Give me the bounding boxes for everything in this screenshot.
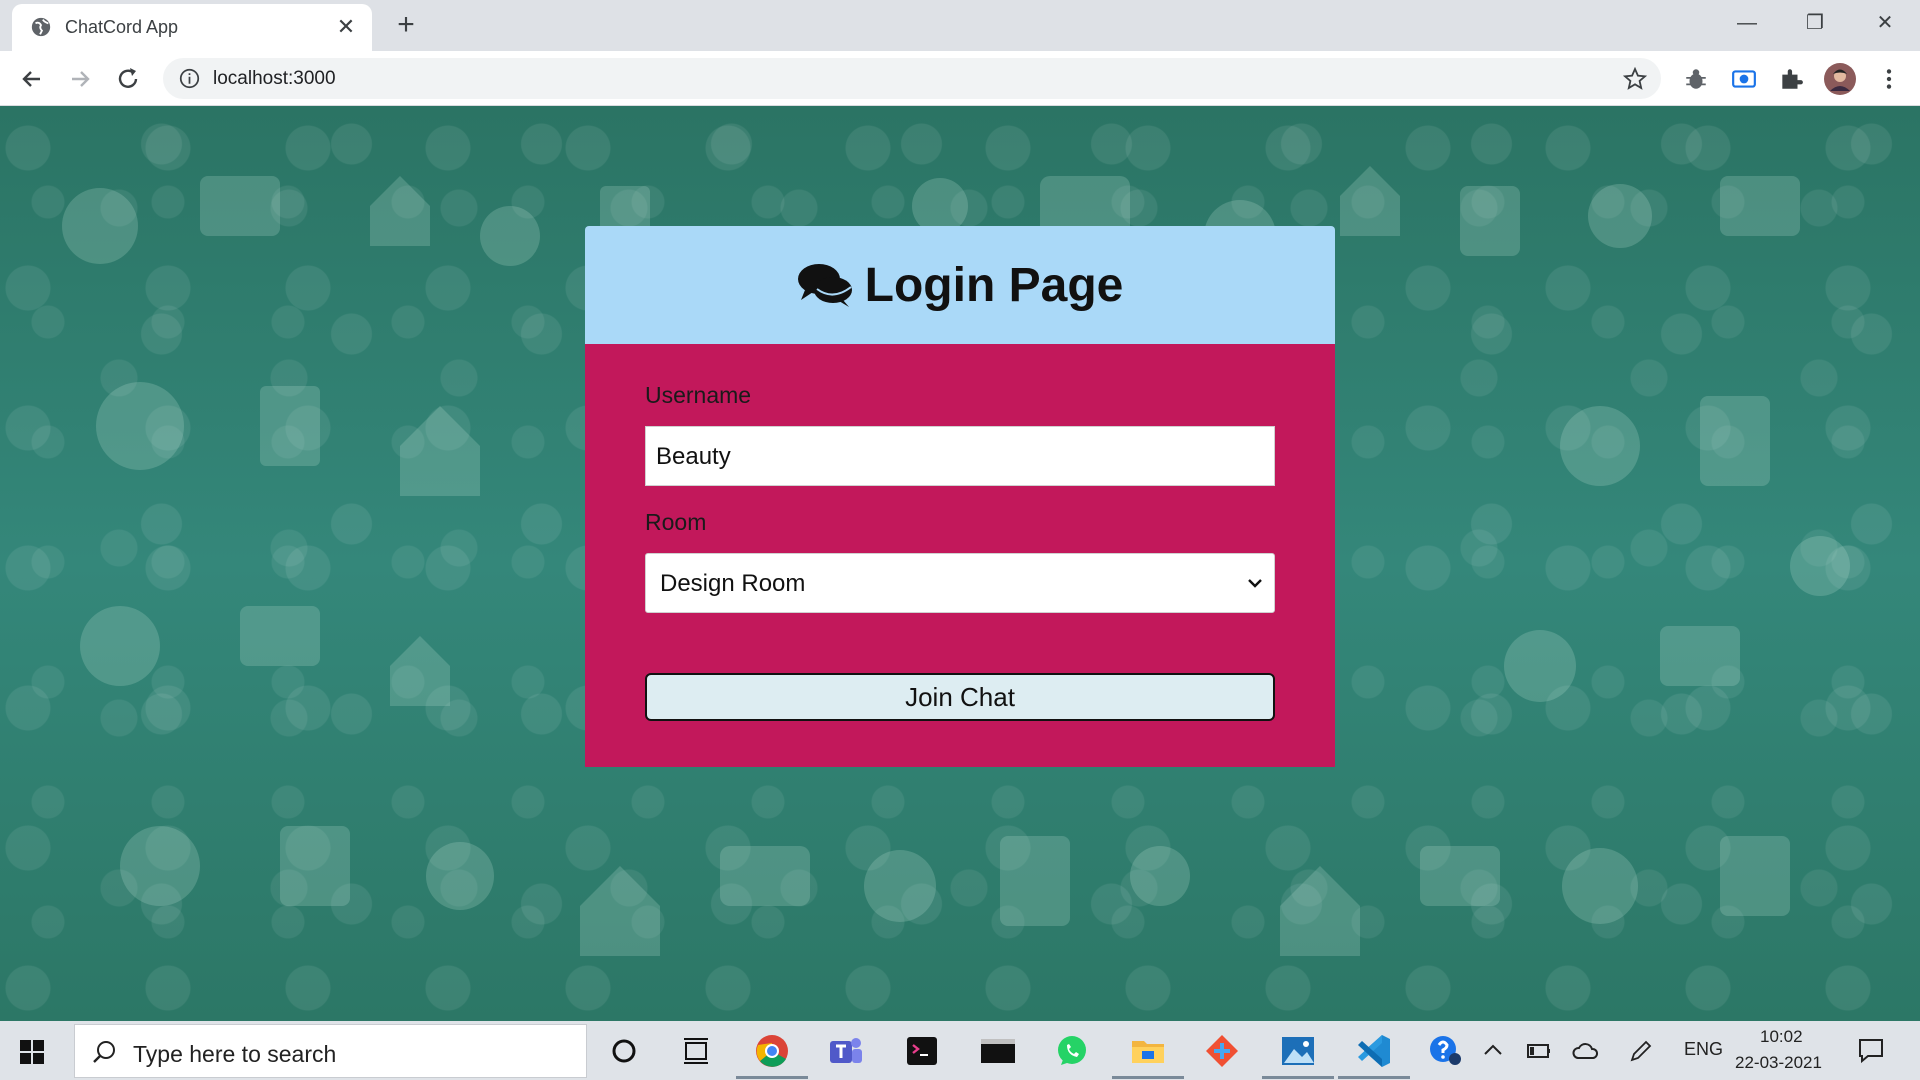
reload-icon[interactable] xyxy=(112,63,144,95)
git-tool-icon[interactable] xyxy=(1202,1031,1242,1071)
browser-menu-icon[interactable] xyxy=(1876,66,1902,92)
photos-icon[interactable] xyxy=(1278,1031,1318,1071)
photos-active-indicator xyxy=(1262,1076,1334,1079)
search-icon xyxy=(93,1041,115,1063)
command-prompt-icon[interactable] xyxy=(978,1031,1018,1071)
username-label: Username xyxy=(645,382,752,408)
teams-icon[interactable] xyxy=(826,1031,866,1071)
page-background: Login Page Username Beauty Room Design R… xyxy=(0,106,1920,1021)
vscode-icon[interactable] xyxy=(1354,1031,1394,1071)
profile-avatar[interactable] xyxy=(1824,63,1856,95)
room-selected-value: Design Room xyxy=(660,570,806,597)
close-tab-icon[interactable]: ✕ xyxy=(334,15,358,39)
terminal-app-icon[interactable] xyxy=(902,1031,942,1071)
restore-button[interactable]: ❐ xyxy=(1792,6,1838,40)
whatsapp-icon[interactable] xyxy=(1052,1031,1092,1071)
room-label: Room xyxy=(645,509,707,535)
browser-tab[interactable]: ChatCord App ✕ xyxy=(12,4,372,51)
notification-center-icon[interactable] xyxy=(1856,1035,1886,1065)
login-card: Login Page Username Beauty Room Design R… xyxy=(585,226,1335,767)
onedrive-cloud-icon[interactable] xyxy=(1572,1038,1600,1064)
search-placeholder: Type here to search xyxy=(133,1041,337,1067)
bug-extension-icon[interactable] xyxy=(1683,66,1709,92)
help-icon[interactable] xyxy=(1428,1033,1462,1067)
chevron-down-icon xyxy=(1248,579,1262,588)
close-window-button[interactable]: ✕ xyxy=(1862,6,1908,40)
language-indicator[interactable]: ENG xyxy=(1684,1039,1723,1060)
username-value: Beauty xyxy=(656,443,731,470)
new-tab-button[interactable]: + xyxy=(390,10,422,42)
login-form: Username Beauty Room Design Room Join Ch… xyxy=(585,344,1335,767)
chrome-icon[interactable] xyxy=(752,1031,792,1071)
site-info-icon[interactable] xyxy=(179,68,200,89)
puzzle-extensions-icon[interactable] xyxy=(1778,66,1804,92)
bookmark-star-icon[interactable] xyxy=(1623,67,1647,91)
back-icon[interactable] xyxy=(16,63,48,95)
show-hidden-icons-chevron-up-icon[interactable] xyxy=(1480,1037,1506,1063)
battery-icon[interactable] xyxy=(1526,1038,1552,1064)
vscode-active-indicator xyxy=(1338,1076,1410,1079)
browser-toolbar: localhost:3000 xyxy=(0,51,1920,106)
comments-icon xyxy=(797,264,852,307)
file-explorer-icon[interactable] xyxy=(1128,1031,1168,1071)
explorer-active-indicator xyxy=(1112,1076,1184,1079)
chrome-active-indicator xyxy=(736,1076,808,1079)
screen-capture-extension-icon[interactable] xyxy=(1731,66,1757,92)
room-select[interactable]: Design Room xyxy=(645,553,1275,613)
taskbar-search-input[interactable]: Type here to search xyxy=(74,1024,587,1078)
windows-start-icon[interactable] xyxy=(20,1040,44,1064)
card-header: Login Page xyxy=(585,226,1335,344)
join-chat-button[interactable]: Join Chat xyxy=(645,673,1275,721)
username-input[interactable]: Beauty xyxy=(645,426,1275,486)
globe-icon xyxy=(31,17,51,37)
forward-icon[interactable] xyxy=(64,63,96,95)
address-bar[interactable]: localhost:3000 xyxy=(163,58,1661,99)
page-title: Login Page xyxy=(864,258,1124,312)
tab-title: ChatCord App xyxy=(65,17,179,37)
windows-taskbar: Type here to search ENG 10:02 22-03-2021 xyxy=(0,1021,1920,1080)
clock-date[interactable]: 22-03-2021 xyxy=(1735,1053,1822,1073)
pen-workspace-icon[interactable] xyxy=(1628,1038,1654,1064)
minimize-button[interactable]: — xyxy=(1724,6,1770,40)
browser-title-bar: ChatCord App ✕ + — ❐ ✕ xyxy=(0,0,1920,51)
cortana-icon[interactable] xyxy=(604,1031,644,1071)
clock-time[interactable]: 10:02 xyxy=(1760,1027,1803,1047)
url-text: localhost:3000 xyxy=(213,68,336,89)
task-view-icon[interactable] xyxy=(676,1031,716,1071)
